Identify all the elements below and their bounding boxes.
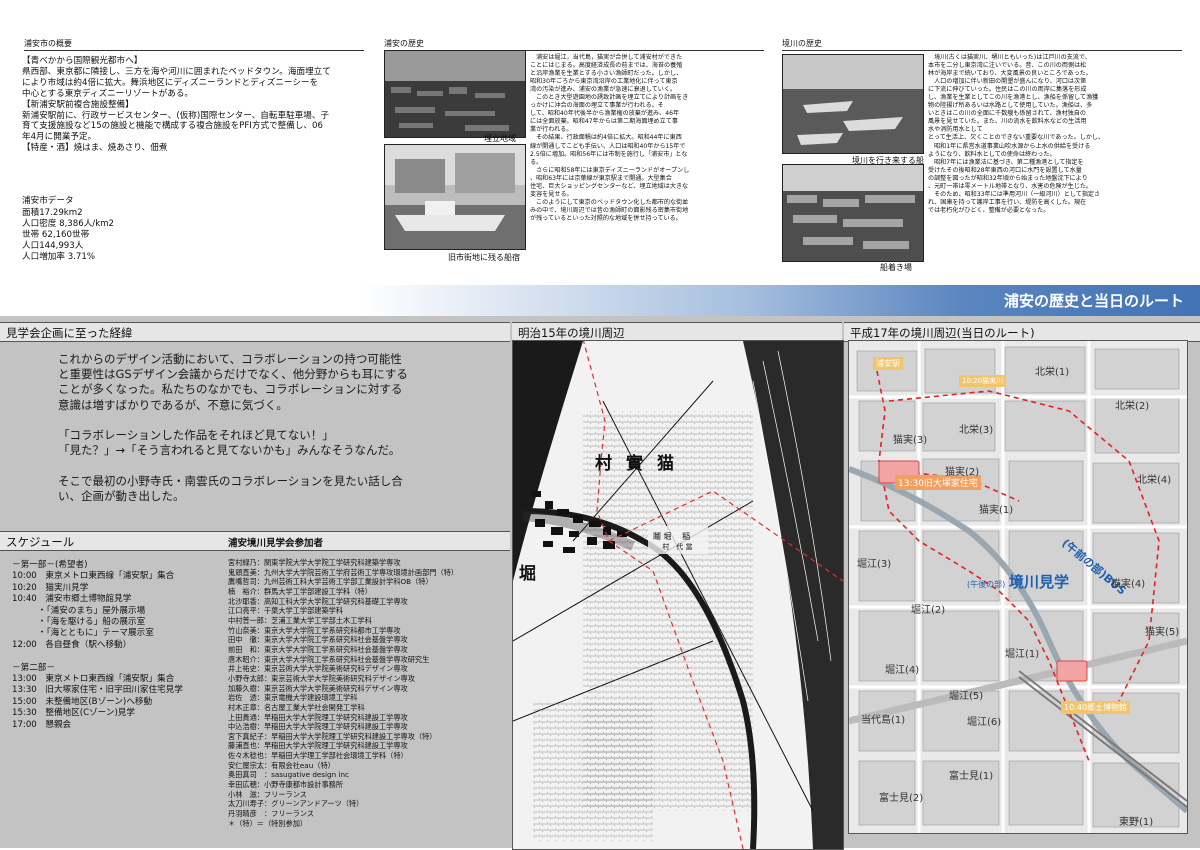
map2-area-fujimi2: 富士見(2) <box>879 793 924 804</box>
schedule-body: －第一部－(希望者) 10:00 東京メトロ東西線「浦安駅」集合 10:20 猫… <box>12 560 183 730</box>
reclaimed-land-caption: 埋立地域 <box>484 134 516 143</box>
map2-area-nekozane2: 猫実(2) <box>945 467 980 478</box>
map1-heading: 明治15年の境川周辺 <box>518 326 625 340</box>
map2-area-nekozane5: 猫実(5) <box>1145 627 1180 638</box>
map2-area-kitasakae3: 北栄(3) <box>959 425 994 436</box>
background-heading: 見学会企画に至った経緯 <box>6 326 133 340</box>
reclaimed-land-photo <box>384 50 526 138</box>
boat-inn-photo <box>384 144 526 250</box>
background-heading-bar: 見学会企画に至った経緯 <box>0 322 510 342</box>
river-boats-photo <box>782 54 924 154</box>
meiji-map: 鬮 堀 稲 村 代 當 村實猫 堀 <box>512 340 844 850</box>
map2-route-main: 境川見学 <box>1009 573 1070 591</box>
map2-route-station: 浦安駅 <box>873 357 903 370</box>
section-banner: 浦安の歴史と当日のルート <box>0 285 1200 316</box>
boat-inn-caption: 旧市街地に残る船宿 <box>448 253 520 262</box>
participants-heading: 浦安境川見学会参加者 <box>228 538 324 549</box>
map2-heading-bar: 平成17年の境川周辺(当日のルート) <box>844 322 1200 342</box>
svg-text:鬮 堀 稲: 鬮 堀 稲 <box>653 531 690 541</box>
participants-body: 宮村緑乃：関東学院大学大学院工学研究科建築学専攻 鬼頭直美：九州大学大学院芸術工… <box>228 558 459 828</box>
map1-heading-bar: 明治15年の境川周辺 <box>512 322 842 342</box>
city-data-title: 浦安市データ <box>22 196 74 206</box>
map2-area-horie5: 堀江(5) <box>949 691 984 702</box>
svg-text:村 代 當: 村 代 當 <box>653 542 692 551</box>
map2-route-main-tag: (午後の部) <box>967 580 1006 589</box>
map2-area-kitasakae2: 北栄(2) <box>1115 401 1150 412</box>
overview-heading: 浦安市の概要 <box>24 38 364 51</box>
map2-area-nekozane3: 猫実(3) <box>893 435 928 446</box>
background-body: これからのデザイン活動において、コラボレーションの持つ可能性 と重要性はGSデザ… <box>58 352 408 503</box>
map2-area-horie1: 堀江(1) <box>1005 649 1040 660</box>
map2-area-horie2: 堀江(2) <box>911 605 946 616</box>
map2-area-nekozane1: 猫実(1) <box>979 505 1014 516</box>
map2-area-kitasakae4: 北栄(4) <box>1137 475 1172 486</box>
map2-area-nekozane4: 猫実(4) <box>1111 579 1146 590</box>
map2-area-kitasakae1: 北栄(1) <box>1035 367 1070 378</box>
map1-label-hori: 堀 <box>519 564 536 584</box>
map2-area-horie6: 堀江(6) <box>967 717 1002 728</box>
sakaigawa-body: 境川(古くは猫実川、堺川ともいった)は江戸川の支流で、 本市を二分し東京湾に注い… <box>928 54 1105 214</box>
map1-label-nekozane: 村實猫 <box>595 454 688 474</box>
overview-body: 【青べかから国際観光都市へ】 県西部、東京都に隣接し、三方を海や河川に囲まれたベ… <box>22 56 331 154</box>
map2-area-fujimi1: 富士見(1) <box>949 771 994 782</box>
heisei-map: 浦安駅 10:20猫実川 13:30旧大塚家住宅 (午前の部)BUS (午後の部… <box>848 340 1188 834</box>
history-body: 浦安は堀江，当代島，猫実が合併して浦安村ができた ことにはじまる。高度経済成長の… <box>530 54 690 222</box>
map2-area-higashino1: 東野(1) <box>1119 817 1154 828</box>
map2-heading: 平成17年の境川周辺(当日のルート) <box>850 326 1035 340</box>
city-data-list: 面積17.29km2 人口密度 8,386人/km2 世帯 62,160世帯 人… <box>22 208 115 262</box>
map2-route-nekozane: 10:20猫実川 <box>959 375 1007 387</box>
schedule-heading: スケジュール <box>6 535 75 549</box>
map2-area-toudaijima1: 当代島(1) <box>861 715 906 726</box>
pier-caption: 船着き場 <box>880 263 912 272</box>
pier-photo <box>782 164 924 262</box>
banner-title: 浦安の歴史と当日のルート <box>1003 292 1184 310</box>
sakaigawa-heading: 境川の歴史 <box>782 38 1182 51</box>
map2-area-horie3: 堀江(3) <box>857 559 892 570</box>
map2-area-horie4: 堀江(4) <box>885 665 920 676</box>
map2-route-museum: 10:40郷土博物館 <box>1061 701 1131 714</box>
schedule-heading-bar: スケジュール 浦安境川見学会参加者 <box>0 531 510 551</box>
